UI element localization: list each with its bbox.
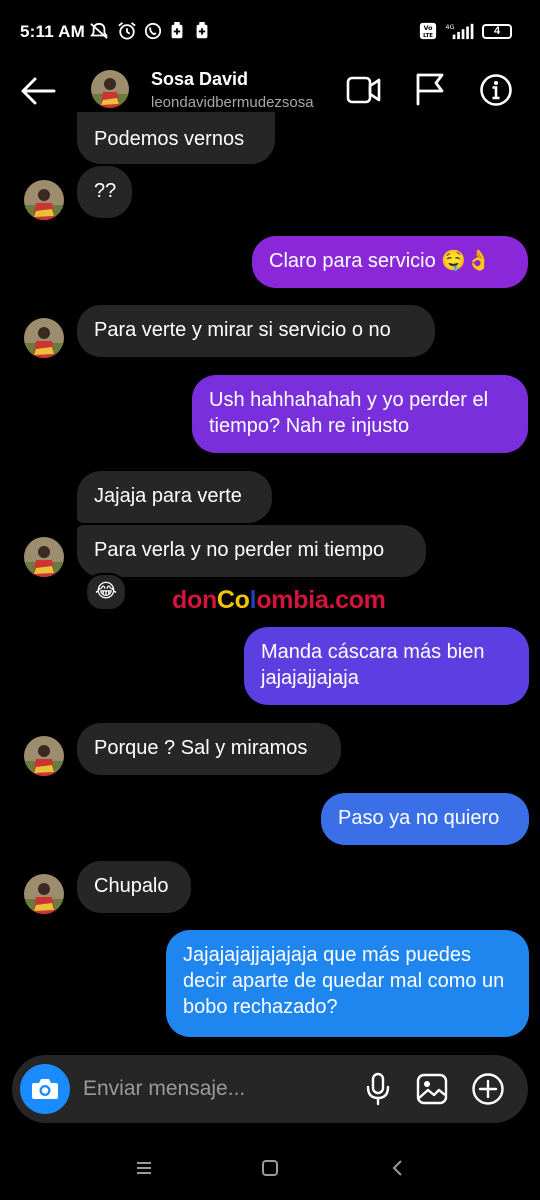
sender-avatar[interactable] — [24, 318, 64, 358]
message-outgoing[interactable]: Paso ya no quiero — [321, 793, 529, 845]
volte-icon: Vo LTE — [419, 22, 437, 40]
status-bar: 5:11 AM Vo LTE 4G 4 — [0, 0, 540, 62]
message-text: Jajajajajjajajaja que más puedes decir a… — [183, 944, 505, 1018]
contact-avatar[interactable] — [91, 70, 129, 108]
menu-icon[interactable] — [135, 1160, 153, 1176]
message-outgoing[interactable]: Manda cáscara más bien jajajajjajaja — [244, 627, 529, 705]
message-text: Para verla y no perder mi tiempo — [94, 539, 385, 561]
notification-icon-1 — [171, 22, 183, 39]
sender-avatar[interactable] — [24, 180, 64, 220]
watermark-part: mbia — [271, 586, 329, 614]
message-outgoing[interactable]: Ush hahhahahah y yo perder el tiempo? Na… — [192, 375, 528, 453]
video-camera-icon[interactable] — [346, 75, 382, 105]
laugh-reaction[interactable]: 😂 — [85, 573, 127, 611]
network-type-text: 4G — [446, 24, 455, 31]
message-incoming[interactable]: Para verla y no perder mi tiempo — [77, 525, 426, 577]
watermark-part: o — [256, 586, 272, 614]
contact-username[interactable]: leondavidbermudezsosa — [151, 94, 331, 111]
message-incoming[interactable]: Jajaja para verte — [77, 471, 272, 523]
message-text: Porque ? Sal y miramos — [94, 737, 308, 759]
battery-level: 4 — [493, 25, 501, 37]
mute-bell-icon — [90, 22, 108, 39]
sender-avatar[interactable] — [24, 736, 64, 776]
back-arrow-icon[interactable] — [20, 76, 56, 106]
message-composer: Enviar mensaje... — [12, 1055, 528, 1123]
signal-icon: 4G — [446, 23, 474, 40]
message-text: ?? — [94, 180, 117, 202]
svg-text:Vo: Vo — [424, 25, 434, 32]
svg-text:LTE: LTE — [423, 33, 433, 39]
home-square-icon[interactable] — [261, 1159, 279, 1177]
back-chevron-icon[interactable] — [390, 1159, 404, 1177]
message-text: Chupalo — [94, 875, 169, 897]
message-text: Para verte y mirar si servicio o no — [94, 319, 391, 341]
flag-icon[interactable] — [414, 72, 446, 106]
watermark: donColombia.com — [172, 586, 386, 615]
watermark-part: Co — [216, 586, 250, 614]
alarm-icon — [118, 22, 136, 40]
whatsapp-icon — [144, 22, 162, 40]
message-text: Paso ya no quiero — [338, 807, 500, 829]
message-outgoing[interactable]: Claro para servicio 🤤👌 — [252, 236, 528, 288]
gallery-icon[interactable] — [416, 1073, 448, 1105]
message-text: Ush hahhahahah y yo perder el tiempo? Na… — [209, 389, 489, 437]
watermark-part: .com — [328, 586, 386, 614]
microphone-icon[interactable] — [364, 1072, 392, 1106]
battery-icon: 4 — [482, 24, 512, 39]
sender-avatar[interactable] — [24, 537, 64, 577]
camera-icon — [32, 1079, 58, 1099]
message-input[interactable]: Enviar mensaje... — [83, 1077, 245, 1101]
message-text: Jajaja para verte — [94, 485, 242, 507]
message-outgoing[interactable]: Jajajajajjajajaja que más puedes decir a… — [166, 930, 529, 1037]
message-incoming[interactable]: Podemos vernos — [77, 112, 275, 164]
message-incoming[interactable]: Porque ? Sal y miramos — [77, 723, 341, 775]
sender-avatar[interactable] — [24, 874, 64, 914]
message-text: Claro para servicio 🤤👌 — [269, 250, 492, 272]
contact-name[interactable]: Sosa David — [151, 69, 248, 90]
message-text: Manda cáscara más bien jajajajjajaja — [261, 641, 485, 689]
watermark-part: don — [172, 586, 217, 614]
system-nav-bar — [0, 1140, 540, 1200]
message-incoming[interactable]: ?? — [77, 166, 132, 218]
status-time: 5:11 AM — [20, 22, 86, 41]
message-incoming[interactable]: Para verte y mirar si servicio o no — [77, 305, 435, 357]
camera-button[interactable] — [20, 1064, 70, 1114]
notification-icon-2 — [196, 22, 208, 39]
message-text: Podemos vernos — [94, 128, 245, 150]
info-icon[interactable] — [479, 73, 513, 107]
message-incoming[interactable]: Chupalo — [77, 861, 191, 913]
add-circle-icon[interactable] — [471, 1072, 505, 1106]
